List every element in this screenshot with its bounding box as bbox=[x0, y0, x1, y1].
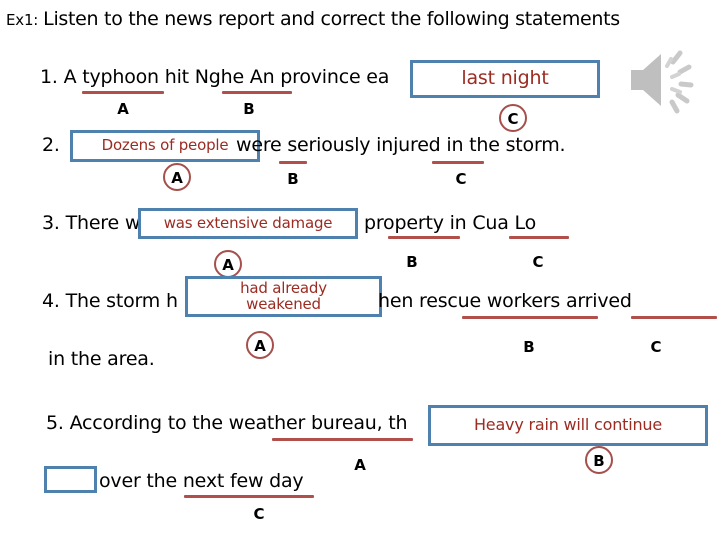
question-3-underline-b bbox=[388, 236, 460, 239]
question-4-underline-b bbox=[462, 316, 598, 319]
question-1-answer-box[interactable]: last night bbox=[410, 60, 600, 98]
question-2-underline-c bbox=[432, 161, 484, 164]
question-2-underline-b bbox=[279, 161, 307, 164]
question-5-letter-c[interactable]: C bbox=[250, 505, 268, 523]
question-5-empty-box[interactable] bbox=[44, 466, 97, 493]
question-3-text-before: 3. There w bbox=[42, 212, 141, 234]
question-3-text-after: property in Cua Lo bbox=[364, 212, 537, 234]
slide-canvas: Ex1: Listen to the news report and corre… bbox=[0, 0, 720, 540]
question-5-letter-a[interactable]: A bbox=[351, 456, 369, 474]
question-5-underline-c bbox=[184, 495, 314, 498]
question-5-text-before: 5. According to the weather bureau, th bbox=[46, 412, 408, 434]
question-4-letter-b[interactable]: B bbox=[520, 338, 538, 356]
question-1-letter-b[interactable]: B bbox=[240, 100, 258, 118]
question-2-text: were seriously injured in the storm. bbox=[236, 134, 566, 156]
question-3-answer-box[interactable]: was extensive damage bbox=[138, 208, 358, 239]
speaker-icon[interactable] bbox=[617, 40, 713, 120]
question-4-text-wrap: in the area. bbox=[48, 348, 155, 370]
question-2-letter-b[interactable]: B bbox=[284, 170, 302, 188]
question-3-underline-c bbox=[509, 236, 569, 239]
question-4-answer-box[interactable]: had already weakened bbox=[185, 276, 382, 317]
question-4-text-after: hen rescue workers arrived bbox=[378, 290, 632, 312]
question-4-letter-c[interactable]: C bbox=[647, 338, 665, 356]
question-5-text-after: over the next few day bbox=[99, 470, 304, 492]
question-3-letter-c[interactable]: C bbox=[529, 253, 547, 271]
question-4-text-before: 4. The storm h bbox=[42, 290, 178, 312]
question-3-letter-a-circled[interactable]: A bbox=[214, 250, 242, 278]
question-5-underline-a bbox=[272, 438, 413, 441]
question-4-letter-a-circled[interactable]: A bbox=[246, 331, 274, 359]
exercise-instruction: Listen to the news report and correct th… bbox=[43, 8, 620, 30]
question-5-letter-b-circled[interactable]: B bbox=[585, 446, 613, 474]
question-1-letter-c-circled[interactable]: C bbox=[499, 104, 527, 132]
question-3-letter-b[interactable]: B bbox=[403, 253, 421, 271]
question-4-underline-c bbox=[631, 316, 717, 319]
question-1-underline-b bbox=[222, 91, 292, 94]
question-1-letter-a[interactable]: A bbox=[114, 100, 132, 118]
exercise-tag: Ex1: bbox=[6, 11, 39, 29]
question-5-answer-box[interactable]: Heavy rain will continue bbox=[428, 405, 708, 446]
question-2-letter-a-circled[interactable]: A bbox=[163, 163, 191, 191]
question-2-number: 2. bbox=[42, 134, 60, 156]
question-4-answer-line-2: weakened bbox=[246, 294, 321, 313]
question-2-answer-box[interactable]: Dozens of people bbox=[70, 130, 260, 162]
question-1-text: 1. A typhoon hit Nghe An province ea bbox=[40, 66, 390, 88]
exercise-heading: Ex1: Listen to the news report and corre… bbox=[6, 8, 620, 30]
question-1-underline-a bbox=[82, 91, 164, 94]
question-2-letter-c[interactable]: C bbox=[452, 170, 470, 188]
